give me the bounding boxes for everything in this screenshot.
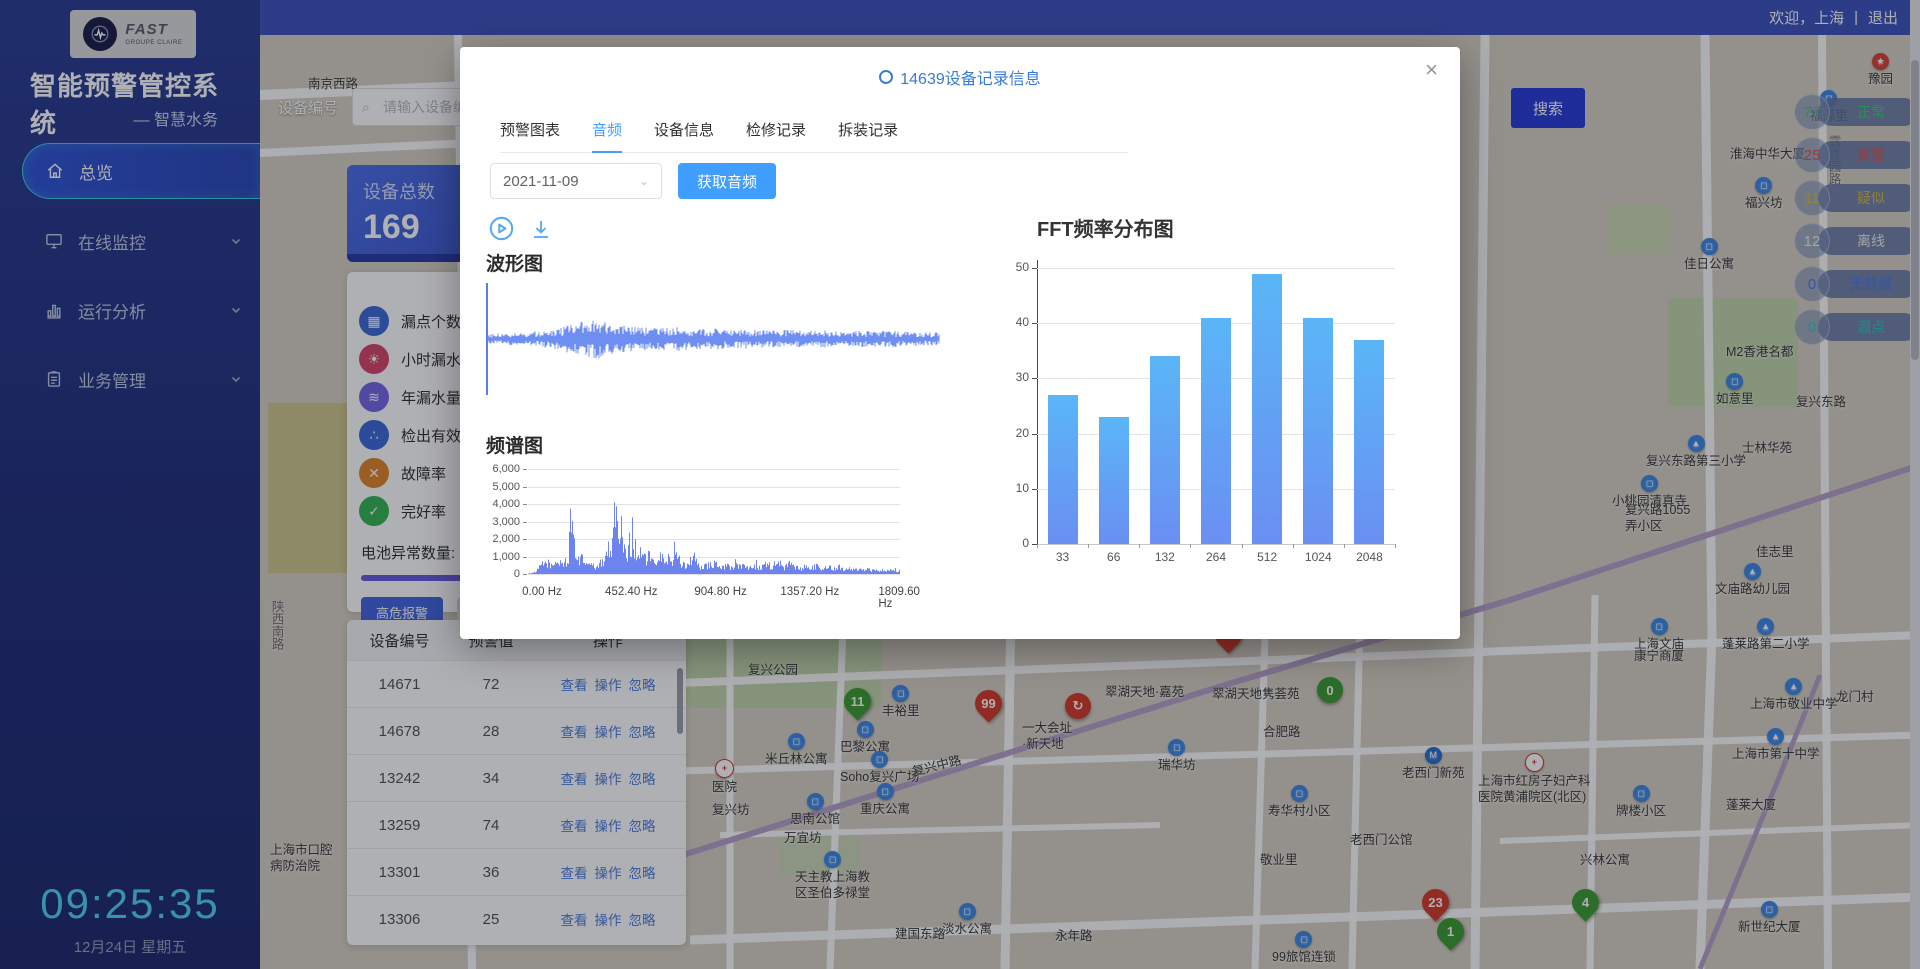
app-root: 南京西路+医院◻米丘林公寓◻巴黎公寓复兴公园◻丰裕里翠湖天地·嘉苑翠湖天地隽荟苑… [0,0,1920,969]
play-icon[interactable] [488,215,515,242]
fft-y-tick: 50 [1016,260,1029,274]
waveform-title: 波形图 [486,249,543,276]
spectrum-y-tick: 2,000 [480,533,520,545]
fft-x-tick: 2048 [1356,550,1383,564]
modal-tabs: 预警图表 音频 设备信息 检修记录 拆装记录 [500,119,1128,153]
spectrum-x-tick: 0.00 Hz [522,586,562,598]
fft-bar-chart: 01020304050336613226451210242048 [1037,268,1395,544]
fft-bar-132[interactable] [1150,356,1180,544]
fft-y-tick: 20 [1016,426,1029,440]
close-icon[interactable]: × [1425,57,1438,83]
fft-x-tick: 1024 [1305,550,1332,564]
fft-bar-264[interactable] [1201,318,1231,544]
fft-bar-66[interactable] [1099,417,1129,544]
tab-拆装记录[interactable]: 拆装记录 [838,119,898,140]
fft-y-tick: 40 [1016,315,1029,329]
fft-bar-512[interactable] [1252,274,1282,544]
fetch-audio-button[interactable]: 获取音频 [678,163,776,199]
device-record-modal: 14639设备记录信息 × 预警图表 音频 设备信息 检修记录 拆装记录 2021-11… [460,47,1460,639]
modal-title-text: 14639设备记录信息 [900,65,1041,89]
spectrum-x-tick: 1357.20 Hz [780,586,839,598]
fft-y-tick: 30 [1016,370,1029,384]
date-select-value: 2021-11-09 [503,173,579,190]
spectrum-y-tick: 6,000 [480,463,520,475]
tab-音频[interactable]: 音频 [592,119,622,140]
tab-设备信息[interactable]: 设备信息 [654,119,714,140]
spectrum-y-tick: 0 [480,568,520,580]
spectrum-x-tick: 1809.60 Hz [878,586,920,610]
spectrum-x-tick: 452.40 Hz [605,586,657,598]
fft-x-tick: 512 [1257,550,1277,564]
spectrum-y-tick: 1,000 [480,551,520,563]
fft-bar-1024[interactable] [1303,318,1333,544]
download-icon[interactable] [529,217,553,241]
date-select[interactable]: 2021-11-09 ⌄ [490,163,662,199]
fft-y-tick: 0 [1022,536,1029,550]
spectrum-x-tick: 904.80 Hz [694,586,746,598]
spectrum-y-tick: 3,000 [480,516,520,528]
fft-bar-2048[interactable] [1354,340,1384,544]
fft-bar-33[interactable] [1048,395,1078,544]
fft-chart-title: FFT频率分布图 [1037,213,1174,242]
fft-x-tick: 264 [1206,550,1226,564]
fft-y-tick: 10 [1016,481,1029,495]
spectrum-y-tick: 4,000 [480,498,520,510]
fft-x-tick: 33 [1056,550,1069,564]
tab-预警图表[interactable]: 预警图表 [500,119,560,140]
ring-icon [879,70,893,84]
spectrum-y-tick: 5,000 [480,481,520,493]
fft-x-tick: 66 [1107,550,1120,564]
fft-x-tick: 132 [1155,550,1175,564]
spectrum-title: 频谱图 [486,431,543,458]
chevron-down-icon: ⌄ [639,174,649,188]
tab-检修记录[interactable]: 检修记录 [746,119,806,140]
modal-title: 14639设备记录信息 [460,65,1460,89]
waveform-chart [486,283,940,395]
